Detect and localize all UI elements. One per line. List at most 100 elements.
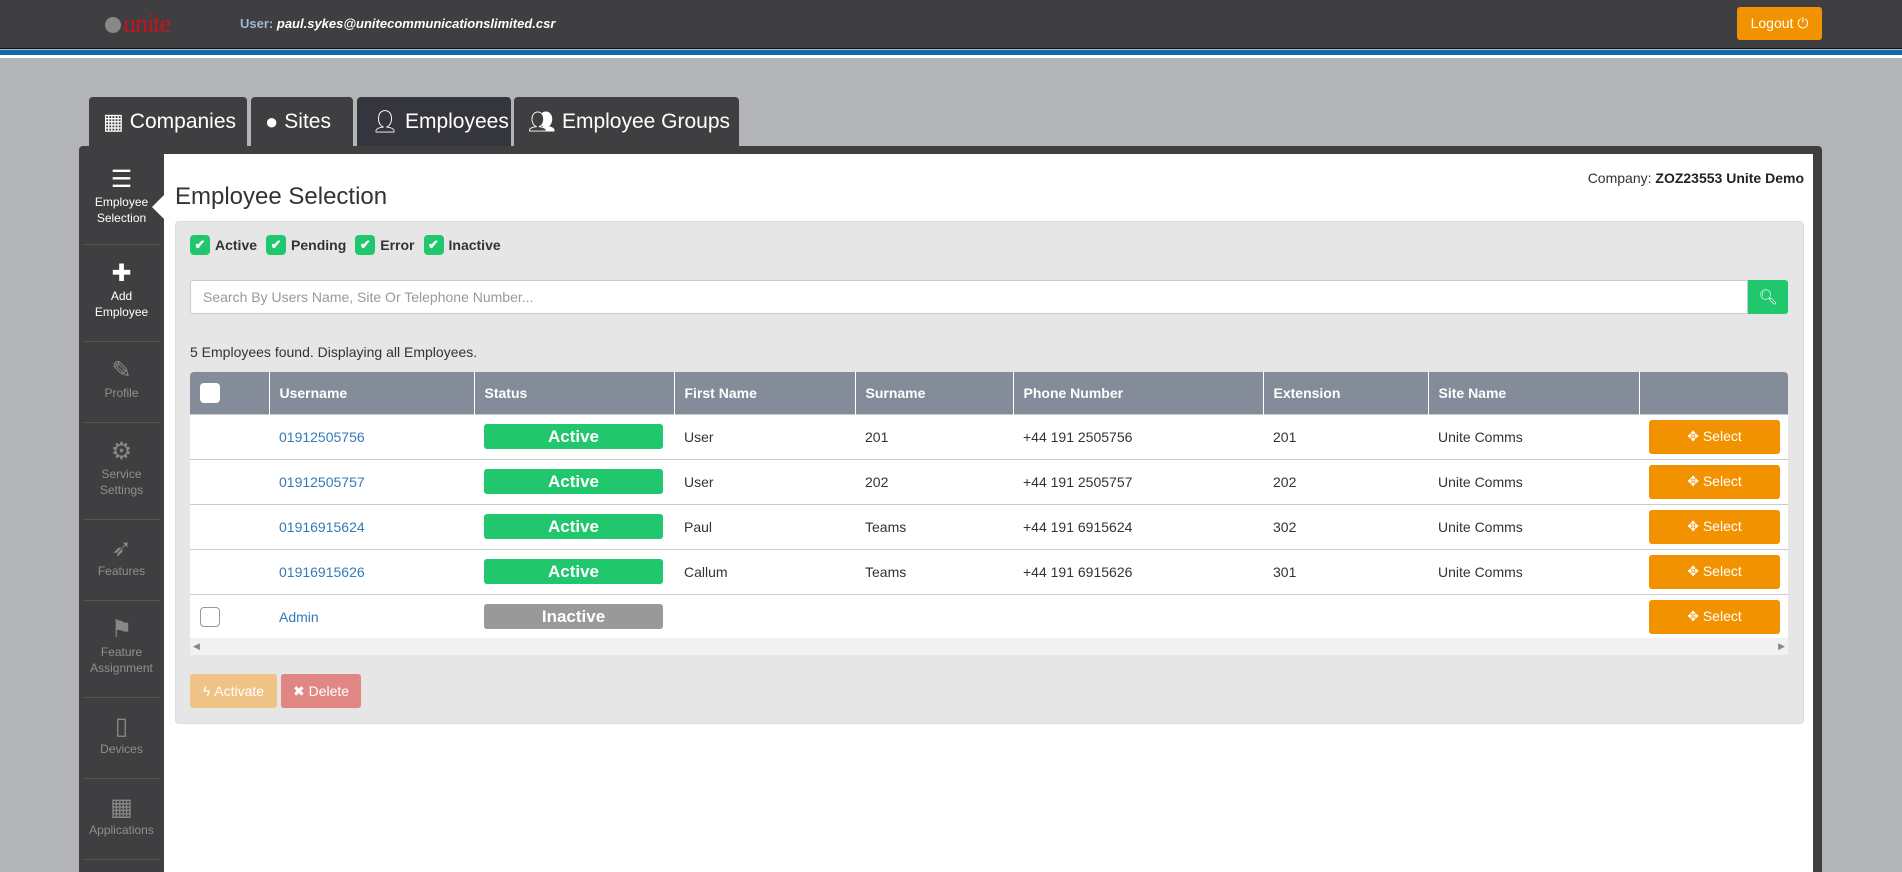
sidebar-label: Selection — [96, 211, 147, 225]
site-cell: Unite Comms — [1428, 503, 1639, 549]
table-row[interactable]: 01912505756 Active User 201 +44 191 2505… — [190, 413, 1788, 459]
status-badge: Inactive — [484, 604, 663, 630]
tab-companies[interactable]: ▦ Companies — [89, 97, 247, 146]
select-button[interactable]: ✥ Select — [1649, 509, 1780, 544]
table-row[interactable]: 01912505757 Active User 202 +44 191 2505… — [190, 458, 1788, 504]
sidebar-item-profile[interactable]: ✎ Profile — [83, 342, 160, 423]
close-icon: ✖ — [292, 682, 305, 699]
page-title: Employee Selection — [175, 183, 388, 210]
action-cell: ✥ Select — [1639, 503, 1788, 549]
username-link[interactable]: 01916915624 — [279, 519, 365, 535]
filter-pending[interactable]: ✔ Pending — [266, 235, 346, 255]
gear-icon: ⚙ — [110, 438, 133, 465]
check-icon[interactable]: ✔ — [355, 235, 376, 255]
sidebar-item-devices[interactable]: ▯ Devices — [83, 698, 160, 779]
row-checkbox-cell — [190, 503, 269, 549]
sidebar-item-features[interactable]: ➶ Features — [83, 520, 160, 601]
column-header[interactable]: Extension — [1262, 372, 1428, 414]
surname-cell: 202 — [855, 458, 1013, 504]
select-button[interactable]: ✥ Select — [1649, 554, 1780, 589]
check-icon[interactable]: ✔ — [190, 235, 210, 255]
row-checkbox[interactable] — [200, 606, 220, 627]
extension-cell: 301 — [1263, 548, 1428, 594]
sidebar-label: Features — [97, 564, 146, 578]
building-icon: ▦ — [103, 108, 124, 134]
action-cell: ✥ Select — [1639, 593, 1788, 639]
select-all-cell — [190, 372, 269, 414]
tab-sites[interactable]: ● Sites — [251, 97, 353, 146]
first-name-cell: User — [674, 413, 855, 459]
scroll-right-icon[interactable]: ▶ — [1778, 641, 1785, 652]
filter-inactive[interactable]: ✔ Inactive — [423, 235, 501, 255]
column-header[interactable]: Status — [473, 372, 674, 414]
phone-cell: +44 191 2505757 — [1013, 458, 1263, 504]
table-row[interactable]: 01916915624 Active Paul Teams +44 191 69… — [190, 503, 1788, 549]
search-button[interactable]: 🔍︎ — [1748, 280, 1788, 314]
select-all-checkbox[interactable] — [200, 382, 220, 403]
extension-cell: 201 — [1263, 413, 1428, 459]
sidebar-label: Settings — [99, 483, 144, 497]
action-cell: ✥ Select — [1639, 458, 1788, 504]
column-header[interactable]: Phone Number — [1012, 372, 1263, 414]
check-icon[interactable]: ✔ — [423, 235, 444, 255]
table-row[interactable]: 01916915626 Active Callum Teams +44 191 … — [190, 548, 1788, 594]
select-label: Select — [1702, 473, 1742, 489]
filter-active[interactable]: ✔ Active — [190, 235, 257, 255]
search-input[interactable] — [190, 280, 1748, 314]
logo-mark-icon — [105, 17, 121, 33]
flag-icon: ⚑ — [110, 616, 133, 643]
surname-cell: Teams — [855, 548, 1013, 594]
select-button[interactable]: ✥ Select — [1649, 419, 1780, 454]
search-icon: 🔍︎ — [1758, 289, 1778, 306]
filter-label: Pending — [291, 237, 347, 253]
status-badge: Active — [484, 424, 663, 449]
column-header[interactable]: Surname — [854, 372, 1013, 414]
username-link[interactable]: 01912505756 — [279, 429, 365, 445]
delete-label: Delete — [308, 682, 350, 699]
check-icon[interactable]: ✔ — [266, 235, 287, 255]
sidebar-label: Profile — [104, 386, 139, 400]
scroll-left-icon[interactable]: ◀ — [193, 641, 200, 652]
username-link[interactable]: 01912505757 — [279, 474, 365, 490]
site-cell: Unite Comms — [1428, 413, 1639, 459]
phone-cell: +44 191 2505756 — [1013, 413, 1263, 459]
tab-employee-groups[interactable]: 👥︎ Employee Groups — [514, 97, 739, 146]
site-cell — [1428, 593, 1639, 639]
sidebar-label: Assignment — [90, 661, 153, 675]
select-button[interactable]: ✥ Select — [1649, 599, 1780, 634]
column-header[interactable]: Site Name — [1427, 372, 1639, 414]
sidebar-label: Employee — [94, 195, 149, 209]
horizontal-scrollbar[interactable]: ◀ ▶ — [190, 638, 1788, 655]
username-link[interactable]: Admin — [279, 609, 319, 625]
select-label: Select — [1702, 563, 1742, 579]
sidebar-item-feature-assignment[interactable]: ⚑ Feature Assignment — [83, 601, 160, 698]
sidebar-label: Add — [110, 289, 133, 303]
first-name-cell: User — [674, 458, 855, 504]
crosshair-icon: ✥ — [1687, 473, 1699, 489]
logout-button[interactable]: Logout ⏻ — [1737, 7, 1822, 40]
sidebar-item-applications[interactable]: ▦ Applications — [83, 779, 160, 860]
sidebar-item-employee-selection[interactable]: ☰ Employee Selection — [83, 154, 160, 245]
activate-button[interactable]: ϟ Activate — [190, 674, 277, 708]
phone-cell: +44 191 6915624 — [1013, 503, 1263, 549]
sidebar: ☰ Employee Selection ✚ Add Employee ✎ Profile… — [79, 154, 164, 860]
select-label: Select — [1702, 428, 1742, 444]
delete-button[interactable]: ✖ Delete — [281, 674, 361, 708]
column-header[interactable]: First Name — [673, 372, 855, 414]
action-cell: ✥ Select — [1639, 413, 1788, 459]
sidebar-item-add-employee[interactable]: ✚ Add Employee — [83, 245, 160, 342]
username-link[interactable]: 01916915626 — [279, 564, 365, 580]
users-icon: 👥︎ — [528, 108, 556, 134]
table-row[interactable]: Admin Inactive ✥ Select — [190, 593, 1788, 639]
tablet-icon: ▯ — [114, 713, 129, 740]
phone-cell: +44 191 6915626 — [1013, 548, 1263, 594]
sidebar-item-service-settings[interactable]: ⚙ Service Settings — [83, 423, 160, 520]
surname-cell: Teams — [855, 503, 1013, 549]
tab-employees[interactable]: 👤︎ Employees — [357, 97, 511, 146]
column-header[interactable]: Username — [268, 372, 474, 414]
extension-cell: 302 — [1263, 503, 1428, 549]
select-button[interactable]: ✥ Select — [1649, 464, 1780, 499]
status-badge: Active — [484, 559, 663, 584]
filter-error[interactable]: ✔ Error — [355, 235, 415, 255]
filter-label: Error — [380, 237, 415, 253]
